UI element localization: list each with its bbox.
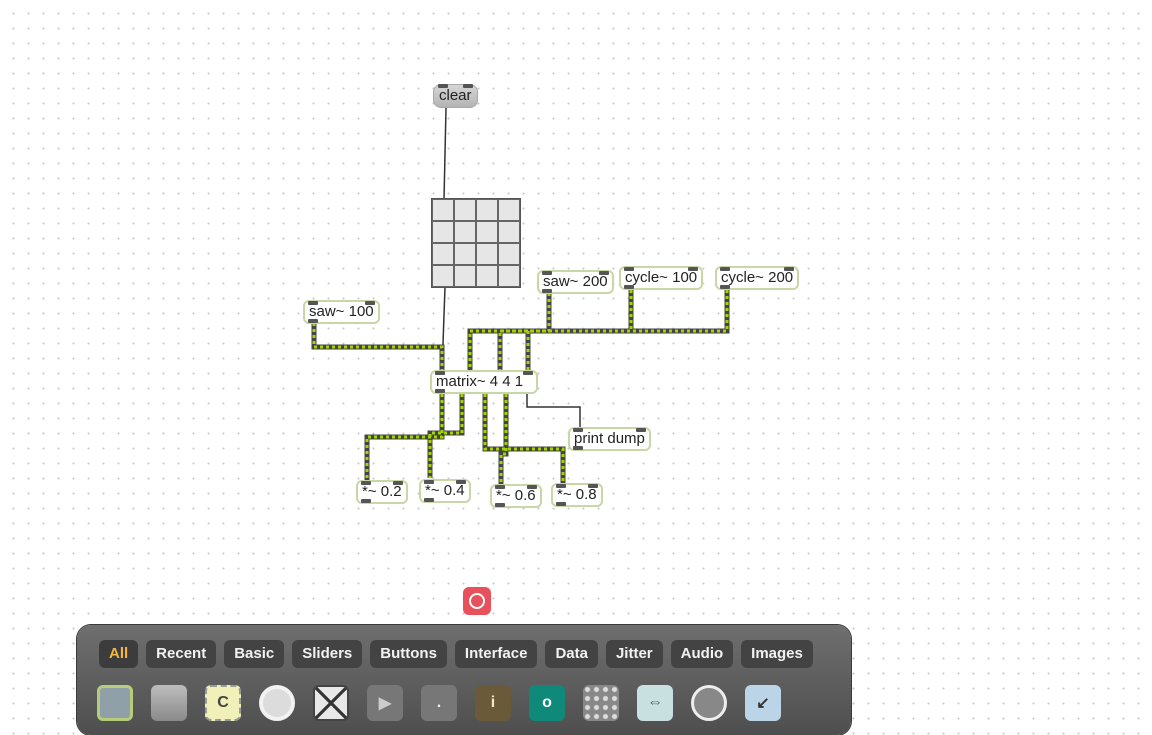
matrix-cell[interactable]: [432, 221, 454, 243]
tab-buttons[interactable]: Buttons: [370, 640, 447, 668]
tab-all[interactable]: All: [99, 640, 139, 668]
matrix-cell[interactable]: [454, 199, 476, 221]
matrixctrl-icon[interactable]: [583, 685, 619, 721]
matrix-cell[interactable]: [454, 243, 476, 265]
matrix-cell[interactable]: [498, 265, 520, 287]
matrixctrl-grid[interactable]: [431, 198, 521, 288]
inlet-icon[interactable]: ↙: [745, 685, 781, 721]
saw100-object[interactable]: saw~ 100: [303, 300, 380, 324]
matrix-cell[interactable]: [432, 265, 454, 287]
object-label: cycle~ 200: [721, 269, 794, 286]
matrix-cell[interactable]: [476, 199, 498, 221]
object-label: cycle~ 100: [625, 269, 698, 286]
mul04-object[interactable]: *~ 0.4: [419, 479, 471, 503]
object-label: saw~ 200: [543, 273, 608, 290]
matrix-cell[interactable]: [476, 243, 498, 265]
dial-icon[interactable]: [691, 685, 727, 721]
patch-cords: [311, 107, 730, 486]
tab-interface[interactable]: Interface: [454, 640, 538, 668]
matrix-cell[interactable]: [498, 221, 520, 243]
tab-basic[interactable]: Basic: [224, 640, 285, 668]
cycle100-object[interactable]: cycle~ 100: [619, 266, 704, 290]
bpatcher-icon[interactable]: [97, 685, 133, 721]
panel-icon[interactable]: [151, 685, 187, 721]
textbutton-icon[interactable]: ▶: [367, 685, 403, 721]
matrix-cell[interactable]: [476, 265, 498, 287]
tab-images[interactable]: Images: [741, 640, 813, 668]
cycle200-object[interactable]: cycle~ 200: [715, 266, 800, 290]
object-label: saw~ 100: [309, 303, 374, 320]
record-icon[interactable]: [463, 587, 491, 615]
tab-audio[interactable]: Audio: [670, 640, 734, 668]
matrix-cell[interactable]: [432, 243, 454, 265]
matrix-cell[interactable]: [498, 199, 520, 221]
object-label: print dump: [574, 430, 645, 447]
mul06-object[interactable]: *~ 0.6: [490, 484, 542, 508]
comment-icon[interactable]: C: [205, 685, 241, 721]
tab-data[interactable]: Data: [545, 640, 598, 668]
palette-tabs: All Recent Basic Sliders Buttons Interfa…: [99, 640, 813, 668]
object-label: *~ 0.4: [425, 482, 465, 499]
matrix-cell[interactable]: [476, 221, 498, 243]
mul08-object[interactable]: *~ 0.8: [551, 483, 603, 507]
object-label: *~ 0.6: [496, 487, 536, 504]
matrix-object[interactable]: matrix~ 4 4 1: [430, 370, 538, 394]
object-palette: All Recent Basic Sliders Buttons Interfa…: [77, 625, 851, 735]
clear-message[interactable]: clear: [433, 84, 478, 108]
pictctrl-icon[interactable]: ⇔: [637, 685, 673, 721]
flonum-icon[interactable]: .: [421, 685, 457, 721]
tab-recent[interactable]: Recent: [146, 640, 217, 668]
button-icon[interactable]: [259, 685, 295, 721]
matrix-cell[interactable]: [432, 199, 454, 221]
toggle-icon[interactable]: [313, 685, 349, 721]
cord-matrix-to-print: [526, 393, 581, 428]
print-dump-object[interactable]: print dump: [568, 427, 651, 451]
saw200-object[interactable]: saw~ 200: [537, 270, 614, 294]
matrix-cell[interactable]: [498, 243, 520, 265]
object-label: *~ 0.2: [362, 483, 402, 500]
object-label: matrix~ 4 4 1: [436, 373, 524, 390]
cord-clear-to-matrixctrl: [443, 107, 447, 201]
info-icon[interactable]: i: [475, 685, 511, 721]
object-icon[interactable]: o: [529, 685, 565, 721]
tab-sliders[interactable]: Sliders: [292, 640, 363, 668]
mul02-object[interactable]: *~ 0.2: [356, 480, 408, 504]
matrix-cell[interactable]: [454, 265, 476, 287]
object-label: *~ 0.8: [557, 486, 597, 503]
matrix-cell[interactable]: [454, 221, 476, 243]
palette-icons: C ▶ . i o ⇔ ↙: [97, 685, 781, 721]
tab-jitter[interactable]: Jitter: [605, 640, 663, 668]
